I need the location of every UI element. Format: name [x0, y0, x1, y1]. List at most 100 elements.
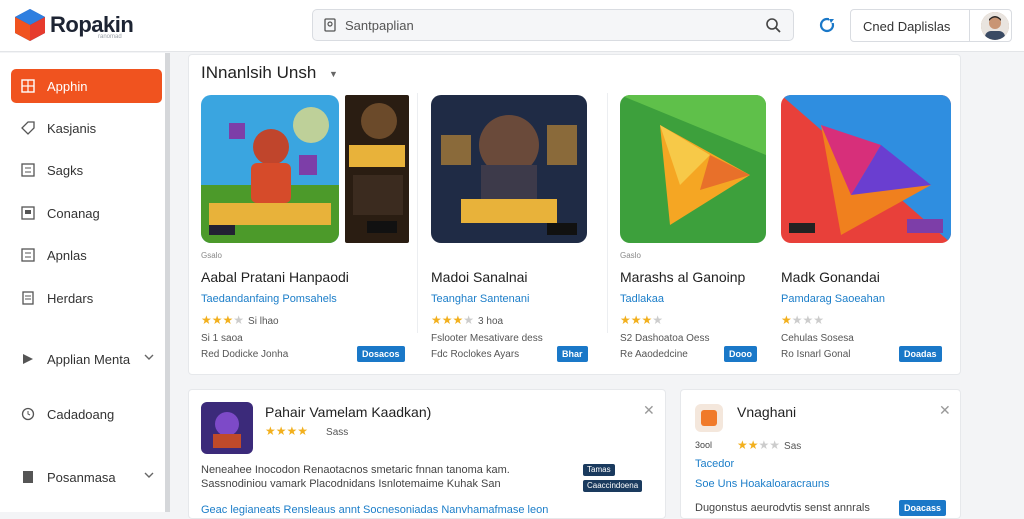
featured-apps-card: INnanlsih Unsh ▼ Gsalo Aabal Pratani Han… — [188, 54, 961, 375]
divider — [417, 93, 418, 333]
install-button[interactable]: Doacass — [899, 500, 947, 516]
sidebar-item-6[interactable]: Herdars — [11, 281, 162, 315]
install-button[interactable]: Doadas — [899, 346, 942, 362]
brand-subtitle: ranomad — [98, 34, 122, 40]
sidebar-item-3[interactable]: Sagks — [11, 153, 162, 187]
search-input[interactable]: Santpaplian — [345, 18, 414, 33]
close-icon[interactable]: ✕ — [643, 402, 655, 419]
card-link[interactable]: Soe Uns Hoakaloaracrauns — [695, 478, 830, 490]
user-menu[interactable]: Cned Daplislas — [850, 9, 1012, 42]
sidebar-item-label: Conanag — [47, 206, 100, 221]
app-artwork-icon[interactable] — [781, 95, 951, 243]
rating-count: Si lhao — [248, 316, 279, 327]
rating-count: Sas — [784, 441, 802, 452]
sidebar-item-9[interactable]: Posanmasa — [11, 460, 162, 494]
card-text: Neneahee Inocodon Renaotacnos smetaric f… — [201, 464, 510, 476]
app-thumbnail-icon[interactable] — [695, 404, 723, 432]
app-developer[interactable]: Pamdarag Saoeahan — [781, 293, 885, 305]
search-bar[interactable]: Santpaplian — [312, 9, 794, 41]
user-name[interactable]: Cned Daplislas — [863, 19, 950, 34]
sidebar-item-8[interactable]: Cadadoang — [11, 397, 162, 431]
app-meta: Si 1 saoa — [201, 333, 243, 344]
card-title[interactable]: Pahair Vamelam Kaadkan) — [265, 404, 431, 420]
document-icon — [22, 291, 34, 305]
avatar[interactable] — [981, 12, 1009, 40]
app-artwork-icon[interactable] — [431, 95, 587, 243]
app-meta: Re Aaodedcine — [620, 349, 688, 360]
sidebar-item-4[interactable]: Conanag — [11, 196, 162, 230]
app-name[interactable]: Marashs al Ganoinp — [620, 269, 745, 285]
app-artwork-icon[interactable] — [620, 95, 766, 243]
clock-icon — [21, 407, 35, 421]
chevron-down-icon[interactable] — [144, 470, 154, 480]
card-meta: 3ool — [695, 440, 713, 450]
star-rating: ★★★★ 3 hoa — [431, 313, 504, 327]
star-rating: ★★★★ — [781, 313, 825, 327]
app-meta: Cehulas Sosesa — [781, 333, 854, 344]
sidebar-item-label: Herdars — [47, 291, 94, 306]
sidebar-item-2[interactable]: Kasjanis — [11, 111, 162, 145]
app-meta: Red Dodicke Jonha — [201, 349, 289, 360]
refresh-icon[interactable] — [818, 16, 836, 34]
app-review-card: Pahair Vamelam Kaadkan) ★★★★ Sass ✕ Nenea… — [188, 389, 666, 519]
app-review-card: Vnaghani 3ool ★★★★ Sas ✕ Tacedor Soe Uns … — [680, 389, 961, 519]
app-category: Gsalo — [201, 251, 222, 260]
sidebar: Apphin Kasjanis Sagks Conanag Apnlas Her… — [0, 53, 170, 512]
app-category: Gaslo — [620, 251, 641, 260]
card-text: Sassnodiniou vamark Placodnidans Isnlote… — [201, 478, 501, 490]
section-title: INnanlsih Unsh — [201, 63, 317, 82]
card-link[interactable]: Geac legianeats Rensleaus annt Socnesoni… — [201, 504, 548, 516]
sidebar-item-5[interactable]: Apnlas — [11, 238, 162, 272]
app-artwork-secondary-icon[interactable] — [345, 95, 409, 243]
top-bar: Ropakin ranomad Santpaplian Cned Daplisl… — [0, 0, 1024, 52]
avatar-image-icon — [981, 12, 1009, 40]
list-icon — [21, 163, 35, 177]
card-title[interactable]: Vnaghani — [737, 404, 796, 420]
card-text: Dugonstus aeurodvtis senst annrals — [695, 502, 870, 514]
card-link[interactable]: Tacedor — [695, 458, 734, 470]
app-developer[interactable]: Taedandanfaing Pomsahels — [201, 293, 337, 305]
user-icon — [324, 18, 336, 32]
chevron-down-icon[interactable] — [144, 352, 154, 362]
grid-icon — [21, 79, 35, 93]
brand-logo-icon[interactable] — [14, 8, 46, 42]
install-button[interactable]: Dooo — [724, 346, 757, 362]
app-meta: Fdc Roclokes Ayars — [431, 349, 520, 360]
search-icon[interactable] — [765, 17, 781, 33]
sidebar-item-7[interactable]: Applian Menta — [11, 342, 162, 376]
sidebar-item-label: Cadadoang — [47, 407, 115, 422]
app-meta: Ro Isnarl Gonal — [781, 349, 851, 360]
sidebar-item-apps[interactable]: Apphin — [11, 69, 162, 103]
tag-badge[interactable]: Caaccindoena — [583, 480, 643, 492]
sidebar-item-label: Sagks — [47, 163, 84, 178]
sidebar-item-label: Applian Menta — [47, 352, 131, 367]
app-name[interactable]: Aabal Pratani Hanpaodi — [201, 269, 349, 285]
app-name[interactable]: Madoi Sanalnai — [431, 269, 528, 285]
close-icon[interactable]: ✕ — [939, 402, 951, 419]
sidebar-scrollbar[interactable] — [165, 53, 170, 512]
app-name[interactable]: Madk Gonandai — [781, 269, 880, 285]
app-meta: S2 Dashoatoa Oess — [620, 333, 710, 344]
star-rating: ★★★★ Sas — [737, 438, 802, 452]
install-button[interactable]: Dosacos — [357, 346, 405, 362]
app-meta: Fslooter Mesativare dess — [431, 333, 543, 344]
rating-count: Sass — [326, 427, 349, 438]
tag-icon — [21, 121, 35, 135]
caret-down-icon[interactable]: ▼ — [329, 69, 338, 79]
app-artwork-icon[interactable] — [201, 95, 339, 243]
sidebar-item-label: Apphin — [47, 79, 88, 94]
sidebar-item-label: Posanmasa — [47, 470, 116, 485]
app-developer[interactable]: Teanghar Santenani — [431, 293, 529, 305]
app-thumbnail-icon[interactable] — [201, 402, 253, 454]
install-button[interactable]: Bhar — [557, 346, 588, 362]
square-icon — [21, 206, 35, 220]
divider — [607, 93, 608, 333]
divider — [969, 10, 970, 41]
tag-badge[interactable]: Tamas — [583, 464, 615, 476]
star-rating: ★★★★ — [620, 313, 664, 327]
rating-count: 3 hoa — [478, 316, 504, 327]
document-icon — [23, 471, 33, 483]
app-developer[interactable]: Tadlakaa — [620, 293, 664, 305]
sidebar-item-label: Apnlas — [47, 248, 87, 263]
star-rating: ★★★★ Sass — [265, 424, 349, 438]
